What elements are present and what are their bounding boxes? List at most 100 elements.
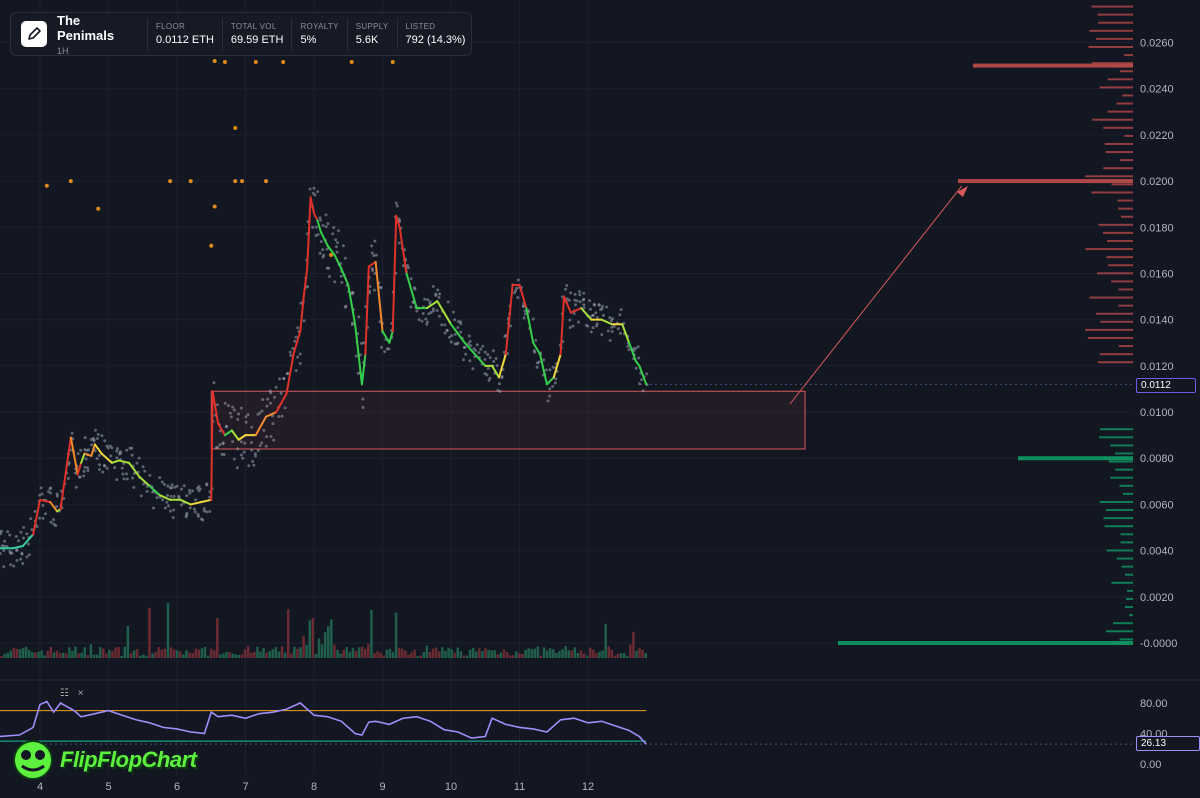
volume-bar: [598, 651, 601, 658]
ask-level: [1111, 280, 1133, 283]
sale-dot: [531, 317, 535, 321]
sale-dot: [95, 457, 99, 461]
ask-level: [1107, 239, 1133, 242]
sale-dot: [172, 508, 176, 512]
sale-dot: [212, 381, 216, 385]
volume-bar: [49, 646, 53, 658]
price-axis[interactable]: 0.0260 0.0240 0.0220 0.0200 0.0180 0.0160 0.01…: [1140, 38, 1177, 772]
sale-dot: [420, 319, 424, 323]
close-icon[interactable]: ×: [78, 688, 84, 699]
volume-bar: [228, 652, 231, 658]
volume-bar: [197, 649, 201, 658]
x-tick-label: 11: [514, 781, 525, 793]
sale-dot: [474, 348, 478, 352]
sale-dot: [66, 476, 70, 480]
sale-dot: [185, 511, 189, 515]
sale-dot: [573, 292, 577, 296]
sale-dot: [167, 504, 171, 508]
price-segment: [59, 436, 72, 511]
sale-dot: [258, 411, 262, 415]
volume-bar: [478, 648, 481, 658]
sale-dot: [446, 300, 450, 304]
volume-bar: [508, 655, 512, 658]
bid-level: [1106, 630, 1133, 633]
volume-bar: [502, 649, 506, 658]
sale-dot: [328, 275, 332, 279]
settings-icon[interactable]: ☷: [60, 688, 69, 699]
stat-label: LISTED: [405, 22, 436, 31]
volume-bar: [592, 649, 595, 658]
volume-bar: [558, 650, 561, 658]
sale-dot: [334, 245, 338, 249]
bid-level: [1122, 492, 1133, 495]
sale-dot: [468, 340, 472, 344]
volume-bar: [555, 652, 558, 658]
sale-dot: [97, 463, 101, 467]
sale-dot: [370, 244, 374, 248]
sale-dot: [237, 412, 241, 416]
sale-dot: [22, 525, 26, 529]
sale-dot: [172, 494, 176, 498]
price-segment: [559, 295, 566, 356]
sale-dot: [130, 453, 134, 457]
sale-dot: [567, 298, 571, 302]
sale-dot: [19, 557, 23, 561]
sale-dot: [592, 302, 596, 306]
sale-dot: [232, 457, 236, 461]
volume-bar: [548, 648, 552, 658]
sale-dot: [575, 299, 579, 303]
ask-level: [1117, 199, 1133, 202]
sale-dot: [578, 293, 582, 297]
volume-bar: [77, 653, 80, 658]
bid-level: [1127, 589, 1133, 592]
rsi-toolbar: ☷ ×: [60, 688, 84, 699]
sale-dot: [591, 314, 595, 318]
stat-value: 5.6K: [355, 34, 379, 46]
volume-bar: [83, 647, 86, 658]
sale-dot: [516, 278, 520, 282]
volume-bar: [194, 648, 197, 658]
price-segment: [333, 253, 343, 270]
sale-dot: [637, 382, 641, 386]
current-price-tag: 0.0112: [1136, 378, 1196, 393]
volume-bar: [15, 648, 19, 658]
sale-dot: [115, 478, 119, 482]
interval-label[interactable]: 1H: [57, 46, 139, 56]
ask-level: [1107, 78, 1133, 81]
sale-dot: [354, 354, 358, 358]
chart-canvas[interactable]: 0.0260 0.0240 0.0220 0.0200 0.0180 0.0160 0.01…: [0, 0, 1200, 798]
y-tick-label: -0.0000: [1140, 638, 1177, 650]
sale-dot: [431, 284, 435, 288]
sale-dot: [385, 347, 389, 351]
time-axis[interactable]: 4 5 6 7 8 9 10 11 12: [37, 781, 594, 793]
outlier-sale-dot: [168, 179, 173, 184]
sale-dot: [311, 225, 315, 229]
bid-level: [1105, 509, 1133, 512]
sale-dot: [577, 320, 581, 324]
sale-dot: [316, 232, 320, 236]
volume-bar: [351, 647, 355, 658]
sale-dot: [318, 251, 322, 255]
price-segment: [347, 284, 357, 326]
sale-dot: [170, 486, 174, 490]
volume-bar: [632, 631, 635, 658]
sale-dot: [272, 438, 276, 442]
sale-dot: [324, 225, 328, 229]
volume-bar: [203, 646, 207, 658]
outlier-sale-dot: [233, 179, 238, 184]
sale-dot: [14, 535, 18, 539]
price-segment: [93, 443, 103, 455]
stat-royalty: ROYALTY 5%: [291, 18, 338, 50]
sale-dot: [434, 292, 438, 296]
sale-dot: [616, 327, 620, 331]
zone-rectangle: [210, 390, 806, 450]
collection-title[interactable]: The Penimals: [57, 13, 139, 43]
sale-dot: [582, 291, 586, 295]
sale-dot: [223, 401, 227, 405]
volume-bar: [641, 649, 644, 658]
x-tick-label: 9: [379, 781, 385, 793]
collection-logo[interactable]: [21, 21, 47, 47]
price-segment: [491, 364, 500, 379]
outlier-sale-dot: [209, 243, 214, 248]
sale-dot: [205, 483, 209, 487]
